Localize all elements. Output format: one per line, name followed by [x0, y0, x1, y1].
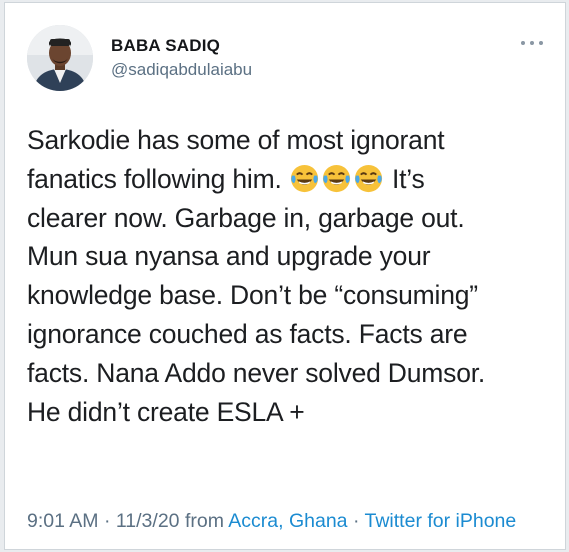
tweet-line: He didn’t create ESLA + — [27, 396, 305, 427]
more-dot-icon — [539, 41, 543, 45]
tears-of-joy-emoji-icon — [290, 164, 318, 192]
more-dot-icon — [530, 41, 534, 45]
tweet-line: Sarkodie has some of most ignorant — [27, 125, 445, 155]
more-options-button[interactable] — [521, 37, 543, 49]
tears-of-joy-emoji-icon — [354, 164, 382, 192]
tweet-line: knowledge base. Don’t be “consuming” — [27, 280, 478, 311]
tweet-card: BABA SADIQ @sadiqabdulaiabu Sarkodie has… — [4, 2, 566, 550]
tweet-line: ignorance couched as facts. Facts are — [27, 318, 468, 349]
meta-separator: · — [103, 510, 111, 532]
tweet-line-text: It’s — [391, 163, 425, 194]
tweet-date[interactable]: 11/3/20 — [116, 510, 180, 532]
tears-of-joy-emoji-icon — [322, 164, 350, 192]
tweet-line: clearer now. Garbage in, garbage out. — [27, 202, 465, 233]
tweet-line: fanatics following him. It’s — [27, 160, 547, 199]
tweet-text: Sarkodie has some of most ignorant fanat… — [27, 121, 547, 431]
from-label: from — [184, 510, 224, 532]
author-handle[interactable]: @sadiqabdulaiabu — [111, 60, 252, 80]
author-name[interactable]: BABA SADIQ — [111, 36, 220, 56]
meta-separator: · — [352, 510, 360, 532]
tweet-meta: 9:01 AM · 11/3/20 from Accra, Ghana · Tw… — [27, 506, 547, 536]
client-link[interactable]: Twitter for iPhone — [365, 510, 517, 532]
location-link[interactable]: Accra, Ghana — [228, 510, 347, 532]
avatar[interactable] — [27, 25, 93, 91]
tweet-line: facts. Nana Addo never solved Dumsor. — [27, 357, 486, 388]
tweet-line-text: fanatics following him. — [27, 163, 282, 194]
avatar-photo — [27, 25, 93, 91]
tweet-time[interactable]: 9:01 AM — [27, 510, 99, 532]
more-dot-icon — [521, 41, 525, 45]
tweet-line: Mun sua nyansa and upgrade your — [27, 241, 431, 272]
